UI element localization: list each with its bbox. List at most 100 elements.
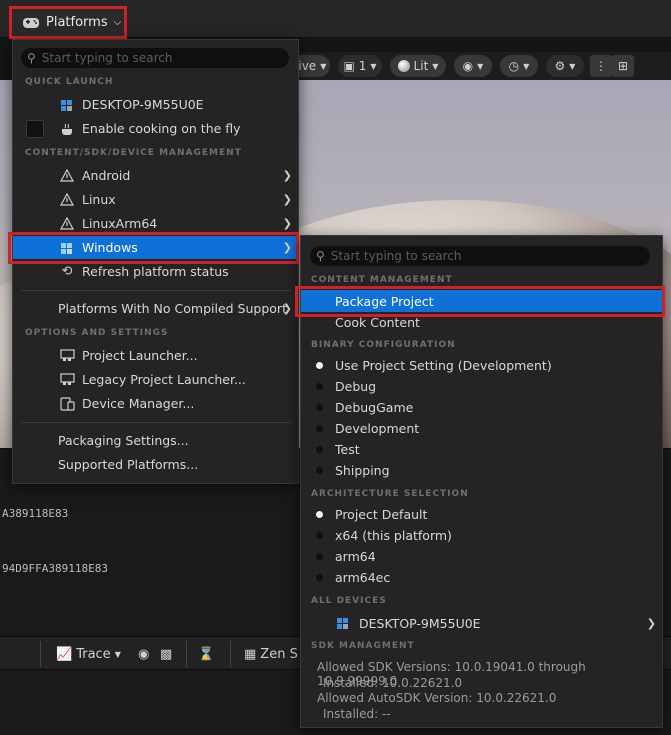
platforms-menu: ⚲ QUICK LAUNCH DESKTOP-9M55U0E Enable co…: [12, 39, 299, 484]
windows-device-icon: [59, 240, 75, 256]
arch-option-label: arm64: [335, 549, 376, 564]
arch-option[interactable]: arm64ec: [301, 567, 662, 588]
section-sdk-management: SDK MANAGMENT: [311, 641, 415, 651]
binary-option[interactable]: Development: [301, 418, 662, 439]
eye-icon: ◉: [462, 59, 474, 73]
legacy-launcher-item[interactable]: Legacy Project Launcher...: [13, 368, 298, 391]
project-launcher-item[interactable]: Project Launcher...: [13, 344, 298, 367]
windows-device-icon: [335, 615, 351, 631]
radio-dot: [311, 549, 327, 565]
binary-option-label: Debug: [335, 379, 377, 394]
section-content-management: CONTENT MANAGEMENT: [311, 275, 453, 285]
chevron-down-icon: ▼: [569, 61, 576, 71]
supported-platforms-label: Supported Platforms...: [58, 457, 199, 472]
quick-launch-device[interactable]: DESKTOP-9M55U0E: [13, 93, 298, 116]
gauge-icon: ◷: [508, 59, 520, 73]
chevron-down-icon: ⌵: [113, 17, 122, 28]
section-quick-launch: QUICK LAUNCH: [25, 77, 114, 87]
arch-option-label: Project Default: [335, 507, 428, 522]
packaging-settings-item[interactable]: Packaging Settings...: [13, 429, 298, 452]
launcher-icon: [59, 348, 75, 364]
binary-option[interactable]: DebugGame: [301, 397, 662, 418]
search-icon: ⚲: [27, 51, 36, 65]
section-architecture: ARCHITECTURE SELECTION: [311, 489, 469, 499]
divider: [40, 641, 41, 667]
layout-grid-icon[interactable]: ⊞: [612, 55, 634, 77]
lit-button[interactable]: Lit ▼: [390, 55, 446, 77]
record-icon[interactable]: ◉: [138, 643, 149, 665]
log-line: A389118E83: [2, 507, 69, 520]
windows-submenu: ⚲ CONTENT MANAGEMENT Package Project Coo…: [300, 235, 663, 728]
platforms-button[interactable]: Platforms ⌵: [9, 6, 127, 39]
package-project-item[interactable]: Package Project: [301, 290, 662, 312]
arch-option[interactable]: arm64: [301, 546, 662, 567]
camera-speed-button[interactable]: ▣ 1 ▼: [338, 55, 382, 77]
device-manager-icon: [59, 396, 75, 412]
cook-content-item[interactable]: Cook Content: [301, 311, 662, 333]
project-launcher-label: Project Launcher...: [82, 348, 198, 363]
more-options-icon[interactable]: ⋮: [590, 55, 612, 77]
binary-option[interactable]: Shipping: [301, 460, 662, 481]
binary-option[interactable]: Debug: [301, 376, 662, 397]
platform-item-android[interactable]: Android ❯: [13, 164, 298, 187]
divider: [186, 641, 187, 667]
radio-dot: [311, 528, 327, 544]
platform-item-linux[interactable]: Linux ❯: [13, 188, 298, 211]
chevron-down-icon: ▼: [432, 61, 439, 71]
radio-dot: [311, 463, 327, 479]
platforms-label: Platforms: [46, 15, 108, 30]
chevron-down-icon: ▼: [370, 61, 377, 71]
chevron-right-icon: ❯: [282, 217, 292, 230]
section-options: OPTIONS AND SETTINGS: [25, 328, 169, 338]
autosdk-installed-text: Installed: --: [323, 707, 391, 721]
launcher-icon: [59, 372, 75, 388]
zen-icon: ▦: [244, 646, 257, 662]
chevron-right-icon: ❯: [282, 302, 292, 315]
platform-item-windows[interactable]: Windows ❯: [13, 236, 298, 259]
arch-option[interactable]: x64 (this platform): [301, 525, 662, 546]
chevron-down-icon: ▼: [477, 61, 484, 71]
platform-label: Linux: [82, 192, 116, 207]
binary-option-label: Test: [335, 442, 360, 457]
main-toolbar: Platforms ⌵: [0, 0, 671, 39]
autosdk-allowed-text: Allowed AutoSDK Version: 10.0.22621.0: [317, 691, 557, 705]
section-binary-config: BINARY CONFIGURATION: [311, 340, 456, 350]
platforms-search[interactable]: ⚲: [21, 48, 289, 68]
performance-button[interactable]: ◷ ▼: [500, 55, 538, 77]
warning-icon: [59, 216, 75, 232]
menu-divider: [21, 290, 291, 291]
platforms-no-compiled-item[interactable]: Platforms With No Compiled Support ❯: [13, 297, 298, 320]
section-all-devices: ALL DEVICES: [311, 596, 387, 606]
binary-option-label: Use Project Setting (Development): [335, 358, 552, 373]
chevron-right-icon: ❯: [282, 193, 292, 206]
settings-button[interactable]: ⚙ ▼: [546, 55, 584, 77]
hourglass-icon[interactable]: ⌛: [198, 643, 214, 665]
zen-button[interactable]: ▦ Zen S: [244, 643, 298, 665]
arch-option-label: x64 (this platform): [335, 528, 452, 543]
legacy-launcher-label: Legacy Project Launcher...: [82, 372, 246, 387]
all-devices-device[interactable]: DESKTOP-9M55U0E ❯: [301, 611, 662, 635]
show-flags-button[interactable]: ◉ ▼: [454, 55, 492, 77]
sdk-installed-text: Installed: 10.0.22621.0: [323, 676, 463, 690]
trace-chart-icon: 📈: [56, 646, 73, 662]
enable-cooking-checkbox[interactable]: [26, 119, 44, 138]
trace-button[interactable]: 📈 Trace ▼: [56, 643, 121, 665]
windows-search[interactable]: ⚲: [310, 246, 650, 266]
supported-platforms-item[interactable]: Supported Platforms...: [13, 453, 298, 476]
enable-cooking-item[interactable]: Enable cooking on the fly: [13, 117, 298, 140]
refresh-platform-status[interactable]: ⟲ Refresh platform status: [13, 260, 298, 283]
device-name-label: DESKTOP-9M55U0E: [82, 97, 204, 112]
radio-dot: [311, 421, 327, 437]
arch-option[interactable]: Project Default: [301, 504, 662, 525]
arch-option-label: arm64ec: [335, 570, 391, 585]
platform-item-linuxarm64[interactable]: LinuxArm64 ❯: [13, 212, 298, 235]
viewport-toolbar: tive ▼ ▣ 1 ▼ Lit ▼ ◉ ▼ ◷ ▼ ⚙ ▼ ⋮ ⊞: [290, 52, 671, 80]
package-project-label: Package Project: [335, 293, 434, 309]
windows-search-input[interactable]: [330, 249, 561, 263]
lit-sphere-icon: [397, 60, 410, 72]
snapshot-icon[interactable]: ▩: [160, 643, 172, 665]
platforms-search-input[interactable]: [41, 51, 272, 65]
binary-option[interactable]: Use Project Setting (Development): [301, 355, 662, 376]
device-manager-item[interactable]: Device Manager...: [13, 392, 298, 415]
binary-option[interactable]: Test: [301, 439, 662, 460]
